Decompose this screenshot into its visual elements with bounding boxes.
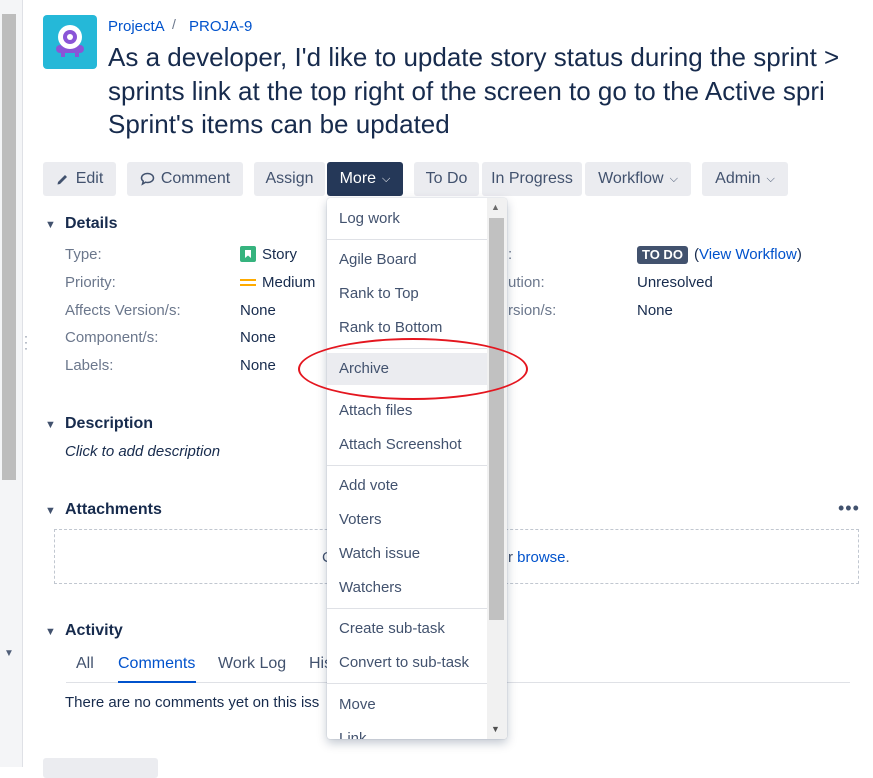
admin-label: Admin [715, 170, 761, 187]
pencil-icon [57, 175, 67, 185]
drop-zone-text-right: r browse. [508, 549, 570, 566]
labels-label: Labels: [65, 357, 114, 374]
scroll-up-arrow-icon[interactable]: ▲ [491, 202, 500, 212]
attachments-heading[interactable]: Attachments [65, 501, 162, 519]
project-avatar-icon [56, 25, 84, 57]
chevron-down-icon: ⌵ [669, 172, 678, 185]
view-workflow[interactable]: (View Workflow) [694, 246, 802, 263]
priority-value: Medium [262, 274, 316, 291]
comment-button[interactable]: Comment [127, 162, 243, 196]
resize-grip-icon[interactable]: · · · [24, 330, 28, 354]
chevron-down-icon: ⌵ [382, 172, 391, 185]
issue-title-line-3[interactable]: Sprint's items can be updated [108, 109, 450, 140]
type-label: Type: [65, 246, 102, 263]
activity-toggle-chevron-icon[interactable]: ▼ [45, 626, 56, 638]
tab-work-log[interactable]: Work Log [218, 655, 286, 673]
more-button[interactable]: More ⌵ [327, 162, 403, 196]
priority-label: Priority: [65, 274, 116, 291]
menu-item-agile-board[interactable]: Agile Board [327, 244, 487, 276]
status-label: : [508, 246, 513, 263]
browse-link[interactable]: browse [517, 549, 565, 566]
speech-bubble-icon [140, 172, 155, 186]
menu-divider [327, 348, 487, 349]
menu-divider [327, 683, 487, 684]
issue-title-line-1[interactable]: As a developer, I'd like to update story… [108, 42, 839, 73]
menu-scrollbar-thumb[interactable] [489, 218, 504, 620]
assign-label: Assign [265, 170, 314, 187]
menu-item-rank-to-top[interactable]: Rank to Top [327, 278, 487, 310]
menu-item-rank-to-bottom[interactable]: Rank to Bottom [327, 312, 487, 344]
to-do-button[interactable]: To Do [414, 162, 479, 196]
in-progress-label: In Progress [491, 170, 573, 187]
scroll-down-arrow-icon[interactable]: ▼ [4, 648, 14, 659]
drop-zone-period: . [565, 549, 570, 566]
admin-button[interactable]: Admin ⌵ [702, 162, 788, 196]
no-comments-message: There are no comments yet on this iss [65, 694, 320, 711]
paren-close: ) [796, 246, 802, 263]
more-label: More [339, 170, 377, 187]
menu-item-attach-screenshot[interactable]: Attach Screenshot [327, 429, 487, 461]
story-icon [240, 246, 256, 262]
menu-divider [327, 465, 487, 466]
menu-item-convert-to-sub-task[interactable]: Convert to sub-task [327, 647, 487, 679]
fix-version-label: rsion/s: [508, 302, 557, 319]
menu-item-watchers[interactable]: Watchers [327, 572, 487, 604]
menu-item-create-sub-task[interactable]: Create sub-task [327, 613, 487, 645]
component-label: Component/s: [65, 329, 159, 346]
menu-item-move[interactable]: Move [327, 689, 487, 721]
resolution-label: ution: [508, 274, 545, 291]
affects-version-value[interactable]: None [240, 302, 276, 319]
status-badge: TO DO [637, 246, 688, 264]
edit-label: Edit [75, 170, 104, 187]
active-tab-indicator [118, 681, 196, 683]
menu-item-voters[interactable]: Voters [327, 504, 487, 536]
bottom-button[interactable] [43, 758, 158, 778]
menu-item-add-vote[interactable]: Add vote [327, 470, 487, 502]
menu-divider [327, 608, 487, 609]
description-placeholder[interactable]: Click to add description [65, 443, 220, 460]
description-heading[interactable]: Description [65, 415, 153, 433]
priority-medium-icon [240, 277, 256, 287]
labels-value[interactable]: None [240, 357, 276, 374]
menu-item-log-work[interactable]: Log work [327, 203, 487, 235]
description-toggle-chevron-icon[interactable]: ▼ [45, 419, 56, 431]
edit-button[interactable]: Edit [43, 162, 116, 196]
menu-item-link[interactable]: Link [327, 723, 487, 739]
to-do-label: To Do [425, 170, 468, 187]
issue-title-line-2[interactable]: sprints link at the top right of the scr… [108, 76, 825, 107]
sidebar-scrollbar[interactable] [2, 14, 16, 480]
tab-comments[interactable]: Comments [118, 655, 195, 673]
breadcrumb-project[interactable]: ProjectA [108, 18, 165, 35]
resolution-value: Unresolved [637, 274, 713, 291]
details-toggle-chevron-icon[interactable]: ▼ [45, 219, 56, 231]
view-workflow-link[interactable]: View Workflow [699, 246, 797, 263]
breadcrumb-issue-key[interactable]: PROJA-9 [189, 18, 252, 35]
project-avatar[interactable] [43, 15, 97, 69]
in-progress-button[interactable]: In Progress [482, 162, 582, 196]
menu-divider [327, 239, 487, 240]
comment-label: Comment [160, 170, 231, 187]
drop-zone-text-partial: r [508, 549, 513, 566]
type-value: Story [262, 246, 298, 263]
activity-heading[interactable]: Activity [65, 622, 123, 640]
scroll-down-arrow-icon[interactable]: ▼ [491, 724, 500, 734]
tab-all[interactable]: All [76, 655, 94, 673]
assign-button[interactable]: Assign [254, 162, 325, 196]
workflow-button[interactable]: Workflow ⌵ [585, 162, 691, 196]
details-heading[interactable]: Details [65, 215, 117, 233]
breadcrumb-separator: / [172, 16, 176, 32]
more-options-icon[interactable]: ••• [838, 498, 860, 519]
fix-version-value[interactable]: None [637, 302, 673, 319]
menu-item-archive[interactable]: Archive [327, 353, 487, 385]
component-value[interactable]: None [240, 329, 276, 346]
affects-version-label: Affects Version/s: [65, 302, 181, 319]
workflow-label: Workflow [598, 170, 664, 187]
menu-item-attach-files[interactable]: Attach files [327, 395, 487, 427]
attachments-toggle-chevron-icon[interactable]: ▼ [45, 505, 56, 517]
chevron-down-icon: ⌵ [766, 172, 775, 185]
more-dropdown-menu: Log work Agile Board Rank to Top Rank to… [327, 198, 507, 739]
menu-item-watch-issue[interactable]: Watch issue [327, 538, 487, 570]
